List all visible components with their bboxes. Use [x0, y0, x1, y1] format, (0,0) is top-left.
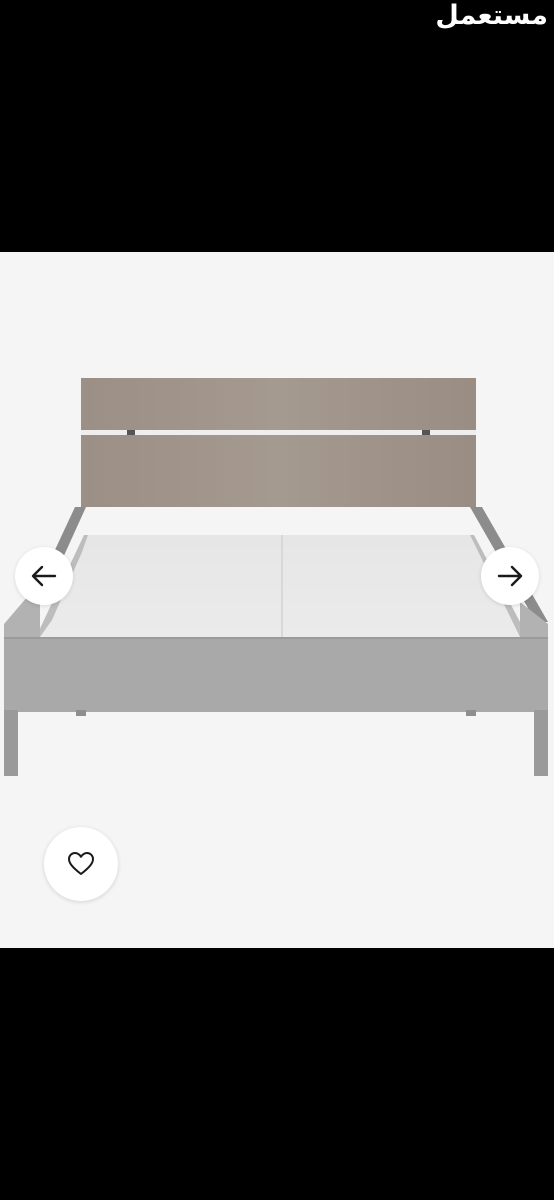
next-image-button[interactable]: [481, 547, 539, 605]
watermark-logo: مستعمل: [435, 0, 549, 31]
screen: مستعمل: [0, 0, 554, 1200]
arrow-right-icon: [497, 565, 523, 587]
previous-image-button[interactable]: [15, 547, 73, 605]
favorite-button[interactable]: [44, 827, 118, 901]
product-image-gallery[interactable]: [0, 252, 554, 948]
arrow-left-icon: [31, 565, 57, 587]
heart-icon: [68, 852, 94, 875]
